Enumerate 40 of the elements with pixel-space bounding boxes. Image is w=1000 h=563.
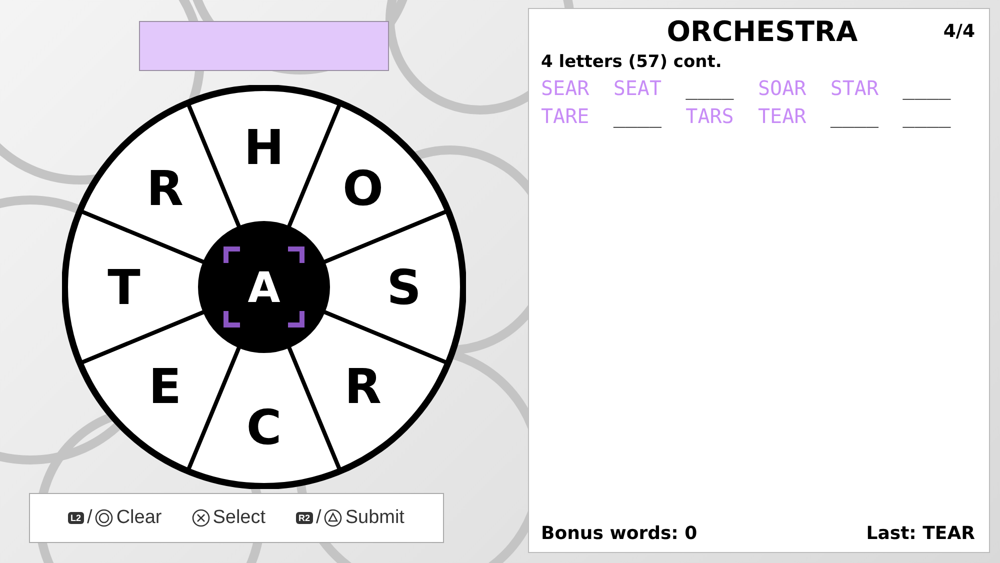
separator: / [87, 507, 92, 529]
hint-label: Clear [116, 507, 162, 529]
wheel-segment[interactable] [79, 102, 242, 264]
found-word: SOAR [758, 76, 808, 100]
wheel-letter: R [344, 359, 382, 415]
blank-word: ____ [902, 76, 952, 100]
found-word: TEAR [758, 104, 808, 128]
trigger-badge: L2 [68, 512, 84, 524]
wheel-letter: E [148, 359, 182, 415]
triangle-button-icon [324, 509, 342, 527]
trigger-badge: R2 [296, 512, 314, 524]
found-word: TARS [686, 104, 735, 128]
wheel-letter: H [244, 120, 284, 176]
answer-field[interactable] [139, 21, 389, 71]
center-letter: A [248, 263, 280, 312]
wheel-letter: T [108, 260, 140, 316]
last-word: Last: TEAR [866, 523, 975, 544]
wheel-letter: S [386, 260, 422, 316]
found-word: SEAT [613, 76, 662, 100]
found-word: STAR [830, 76, 880, 100]
circle-button-icon [95, 509, 114, 527]
page-counter: 4/4 [943, 21, 975, 42]
puzzle-title: ORCHESTRA [666, 15, 859, 48]
found-word: TARE [541, 104, 590, 128]
wheel-letter: O [342, 161, 384, 217]
hint-label: Submit [345, 507, 404, 529]
blank-word: ____ [830, 104, 880, 128]
blank-word: ____ [902, 104, 952, 128]
bracket-frame-icon [224, 246, 304, 328]
blank-word: ____ [613, 104, 662, 128]
blank-word: ____ [686, 76, 735, 100]
section-heading: 4 letters (57) cont. [541, 52, 723, 72]
bonus-count: Bonus words: 0 [541, 523, 698, 544]
wheel-letter: C [246, 400, 282, 456]
wheel-letter: R [146, 161, 184, 217]
separator: / [316, 507, 322, 529]
center-tile[interactable] [200, 223, 328, 351]
found-word: SEAR [541, 76, 590, 100]
cross-button-icon [192, 509, 210, 527]
hint-label: Select [212, 507, 266, 529]
